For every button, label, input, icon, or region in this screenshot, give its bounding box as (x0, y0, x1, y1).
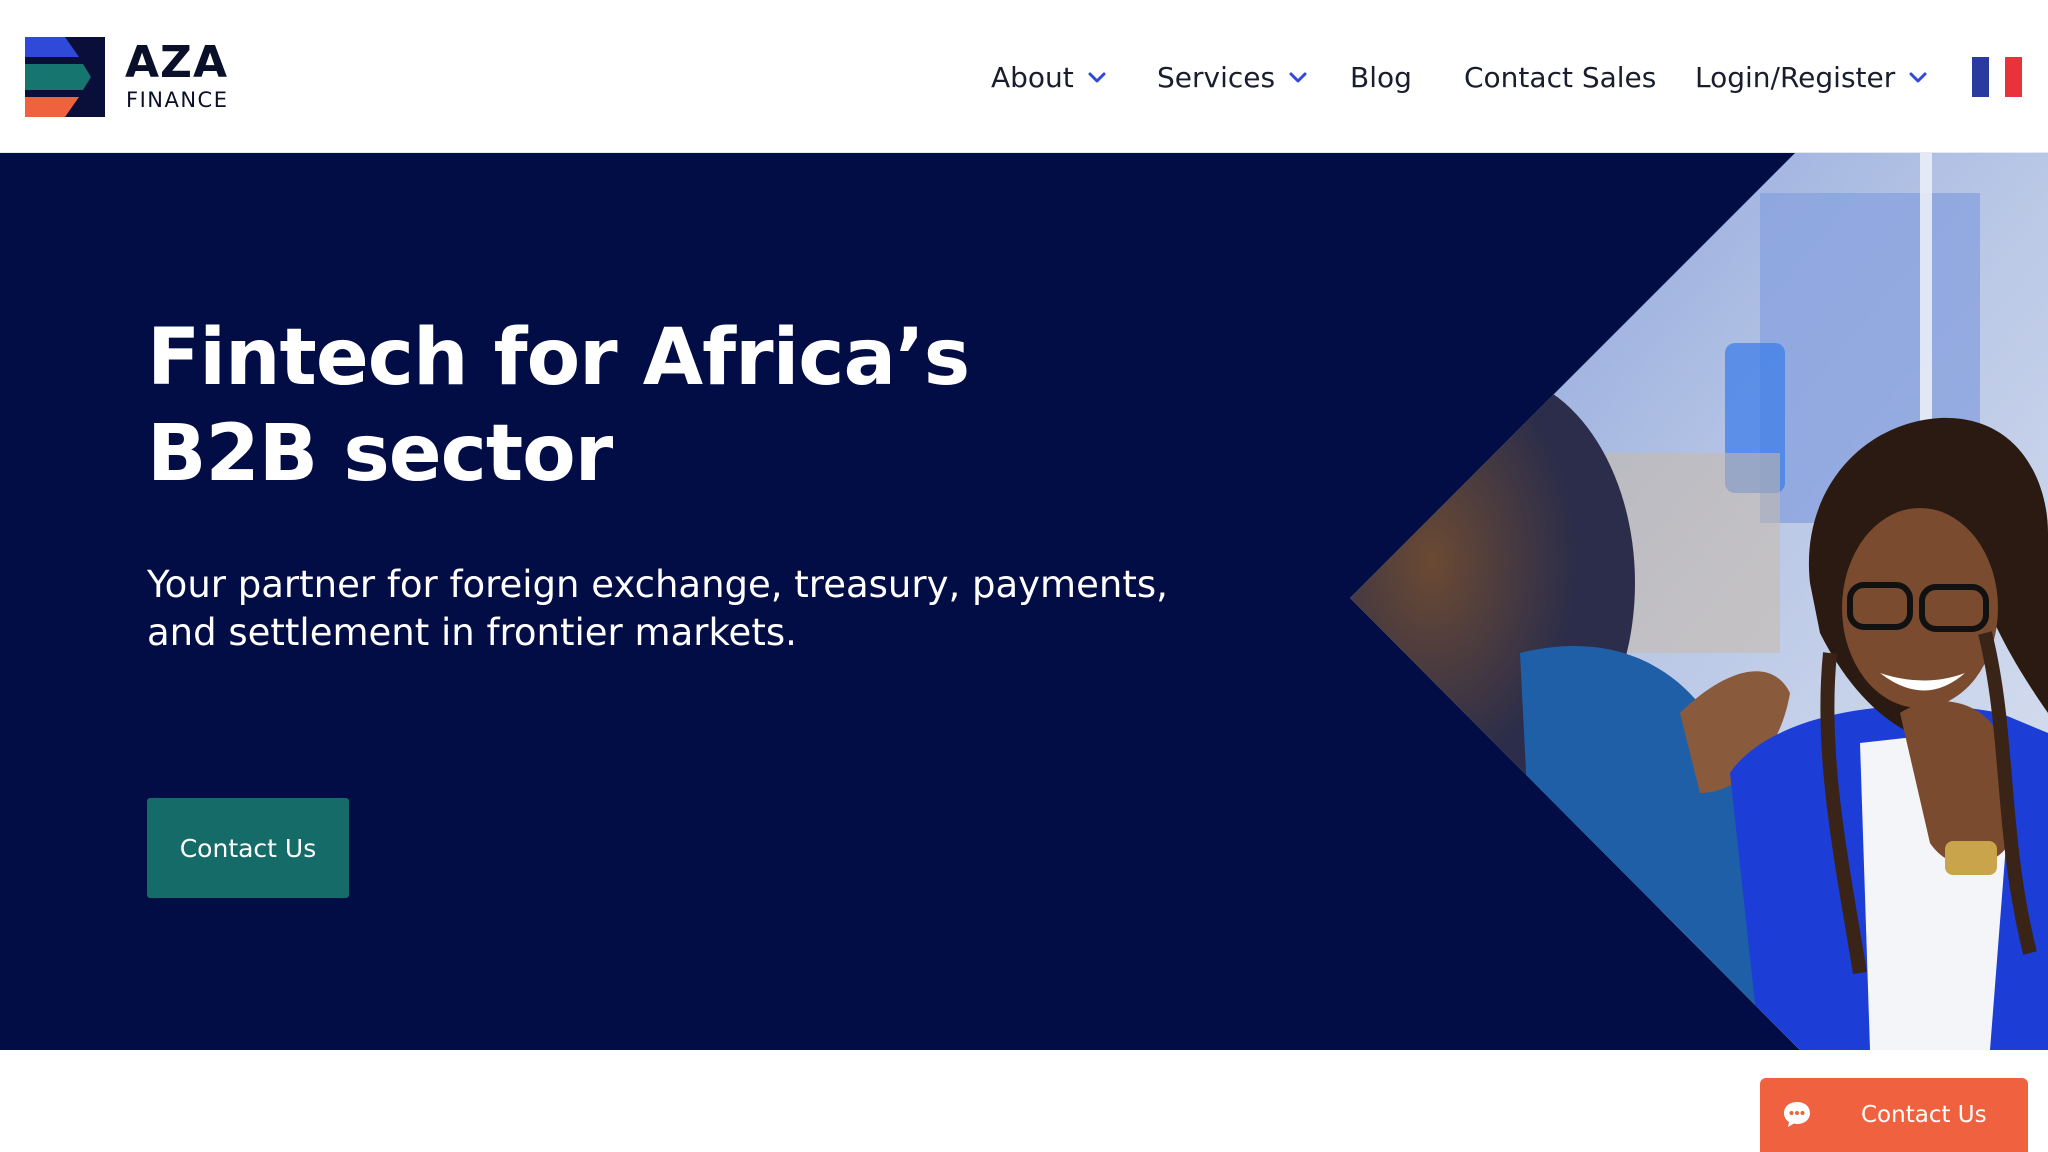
chevron-down-icon (1289, 72, 1307, 83)
hero-section: Fintech for Africa’s B2B sector Your par… (0, 153, 2048, 1050)
nav-login-register-label: Login/Register (1695, 60, 1896, 94)
chat-bubble-icon (1784, 1102, 1810, 1127)
floating-contact-us-button[interactable]: Contact Us (1760, 1078, 2028, 1152)
chevron-down-icon (1088, 72, 1106, 83)
nav-login-register[interactable]: Login/Register (1695, 52, 1929, 102)
nav-contact-sales-label: Contact Sales (1464, 60, 1657, 94)
nav-blog-label: Blog (1350, 60, 1412, 94)
hero-contact-us-button[interactable]: Contact Us (147, 798, 349, 898)
hero-title: Fintech for Africa’s B2B sector (147, 310, 1047, 502)
site-header: AZA FINANCE About Services Blog Contact … (0, 0, 2048, 153)
nav-about-label: About (991, 60, 1074, 94)
main-nav: About Services Blog Contact Sales Login/… (0, 52, 2048, 102)
nav-services[interactable]: Services (1157, 52, 1309, 102)
floating-contact-us-label: Contact Us (1861, 1102, 1987, 1128)
hero-title-line-1: Fintech for Africa’s (147, 313, 970, 403)
hero-title-line-2: B2B sector (147, 409, 613, 499)
nav-about[interactable]: About (991, 52, 1108, 102)
nav-services-label: Services (1157, 60, 1276, 94)
hero-subtitle: Your partner for foreign exchange, treas… (147, 563, 1168, 654)
chevron-down-icon (1909, 72, 1927, 83)
nav-contact-sales[interactable]: Contact Sales (1464, 52, 1656, 102)
nav-blog[interactable]: Blog (1350, 52, 1412, 102)
french-flag-icon[interactable] (1972, 57, 2023, 97)
